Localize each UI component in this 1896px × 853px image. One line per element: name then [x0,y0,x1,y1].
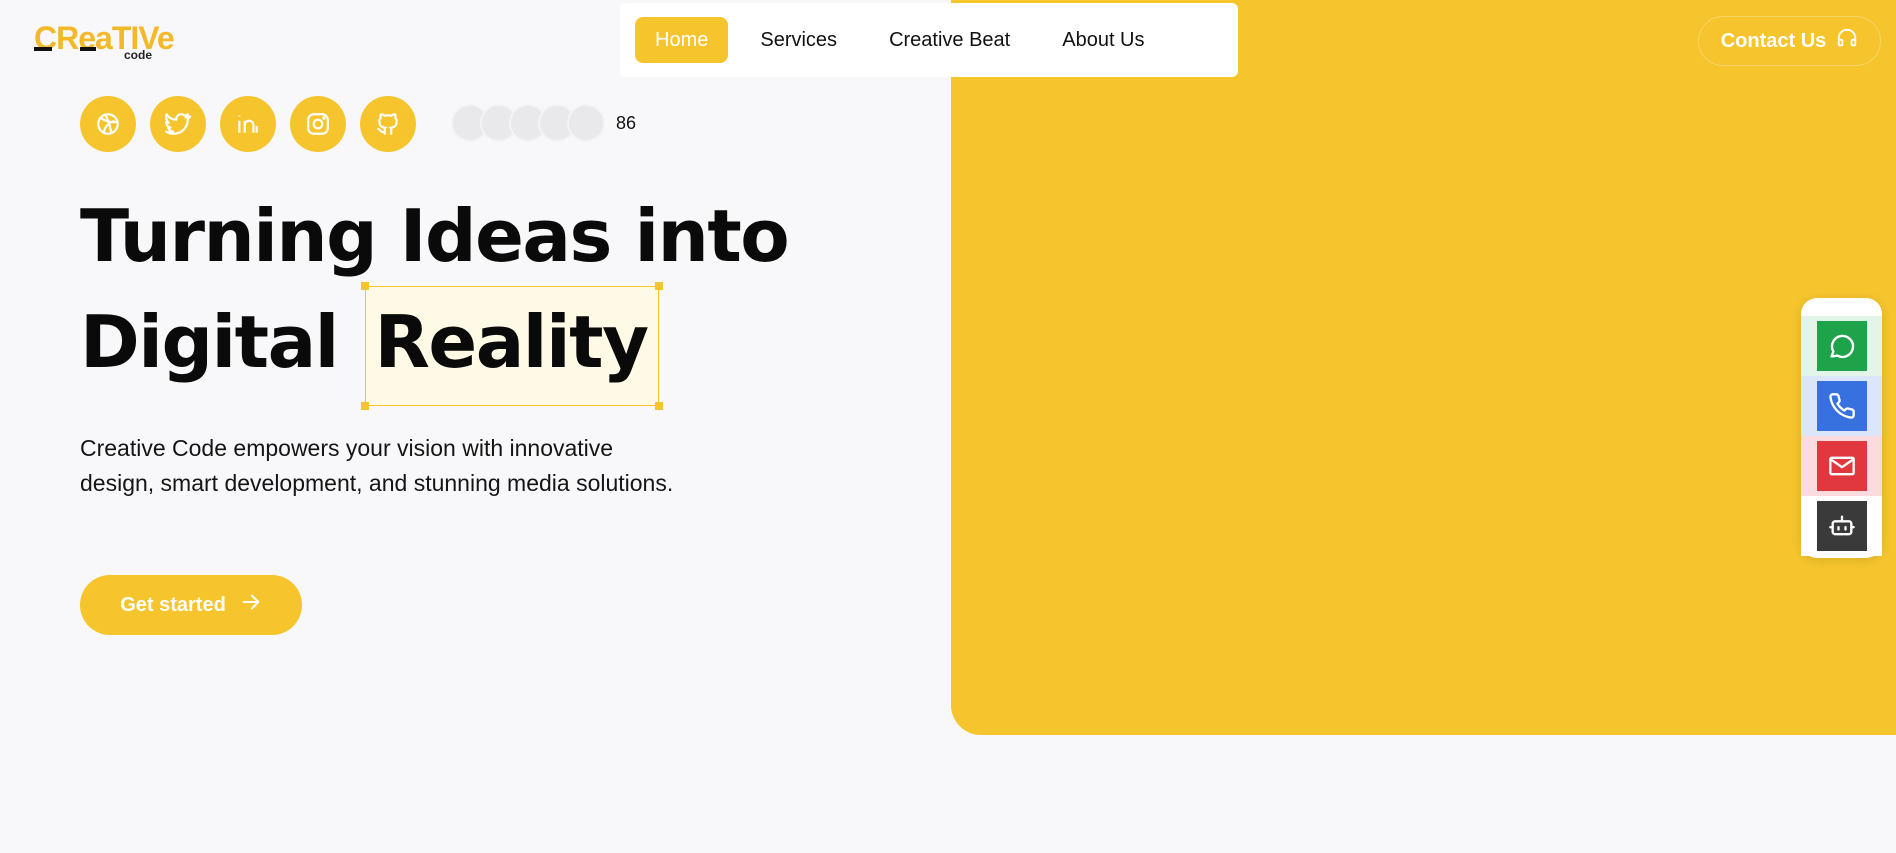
highlight-text: Reality [374,300,649,384]
get-started-button[interactable]: Get started [80,575,302,635]
arrow-right-icon [240,591,262,619]
selection-handle [654,282,663,290]
headline-highlight: Reality [361,282,663,410]
instagram-icon[interactable] [290,96,346,152]
avatar-count: 86 [616,112,637,133]
logo-bar [80,47,96,51]
selection-handle [654,402,663,410]
avatar [567,104,605,142]
contact-us-button[interactable]: Contact Us [1698,16,1881,66]
headline-line-2: Digital Reality [80,282,788,410]
social-links [80,96,416,152]
headset-icon [1836,27,1858,55]
nav-home[interactable]: Home [635,17,729,63]
linkedin-icon[interactable] [220,96,276,152]
github-icon[interactable] [360,96,416,152]
logo-subtext: code [123,48,152,62]
mail-icon [1816,441,1867,491]
logo-bar [34,47,52,51]
bot-icon [1816,501,1867,551]
headline-prefix: Digital [80,300,339,384]
whatsapp-icon [1816,321,1867,371]
headline-line-1: Turning Ideas into [80,194,790,278]
logo-wordmark: CReaTIVe [34,20,175,56]
get-started-label: Get started [120,593,226,616]
phone-button[interactable] [1801,376,1882,436]
selection-handle [361,402,370,410]
selection-handle [361,282,370,290]
main-nav: Home Services Creative Beat About Us [620,3,1238,77]
nav-services[interactable]: Services [740,17,857,63]
phone-icon [1816,381,1867,431]
chatbot-button[interactable] [1801,496,1882,556]
twitter-icon[interactable] [150,96,206,152]
email-button[interactable] [1801,436,1882,496]
floating-contact-bar [1801,298,1882,558]
nav-creative-beat[interactable]: Creative Beat [869,17,1030,63]
hero-description: Creative Code empowers your vision with … [80,435,674,496]
contact-us-label: Contact Us [1720,29,1827,52]
brand-logo[interactable]: CReaTIVe code [34,20,175,64]
avatar-group: 86 [451,104,636,142]
hero-headline: Turning Ideas into Digital Reality [80,186,790,410]
whatsapp-button[interactable] [1801,316,1882,376]
hero-image-panel [951,0,1896,735]
nav-about-us[interactable]: About Us [1042,17,1164,63]
dribbble-icon[interactable] [80,96,136,152]
